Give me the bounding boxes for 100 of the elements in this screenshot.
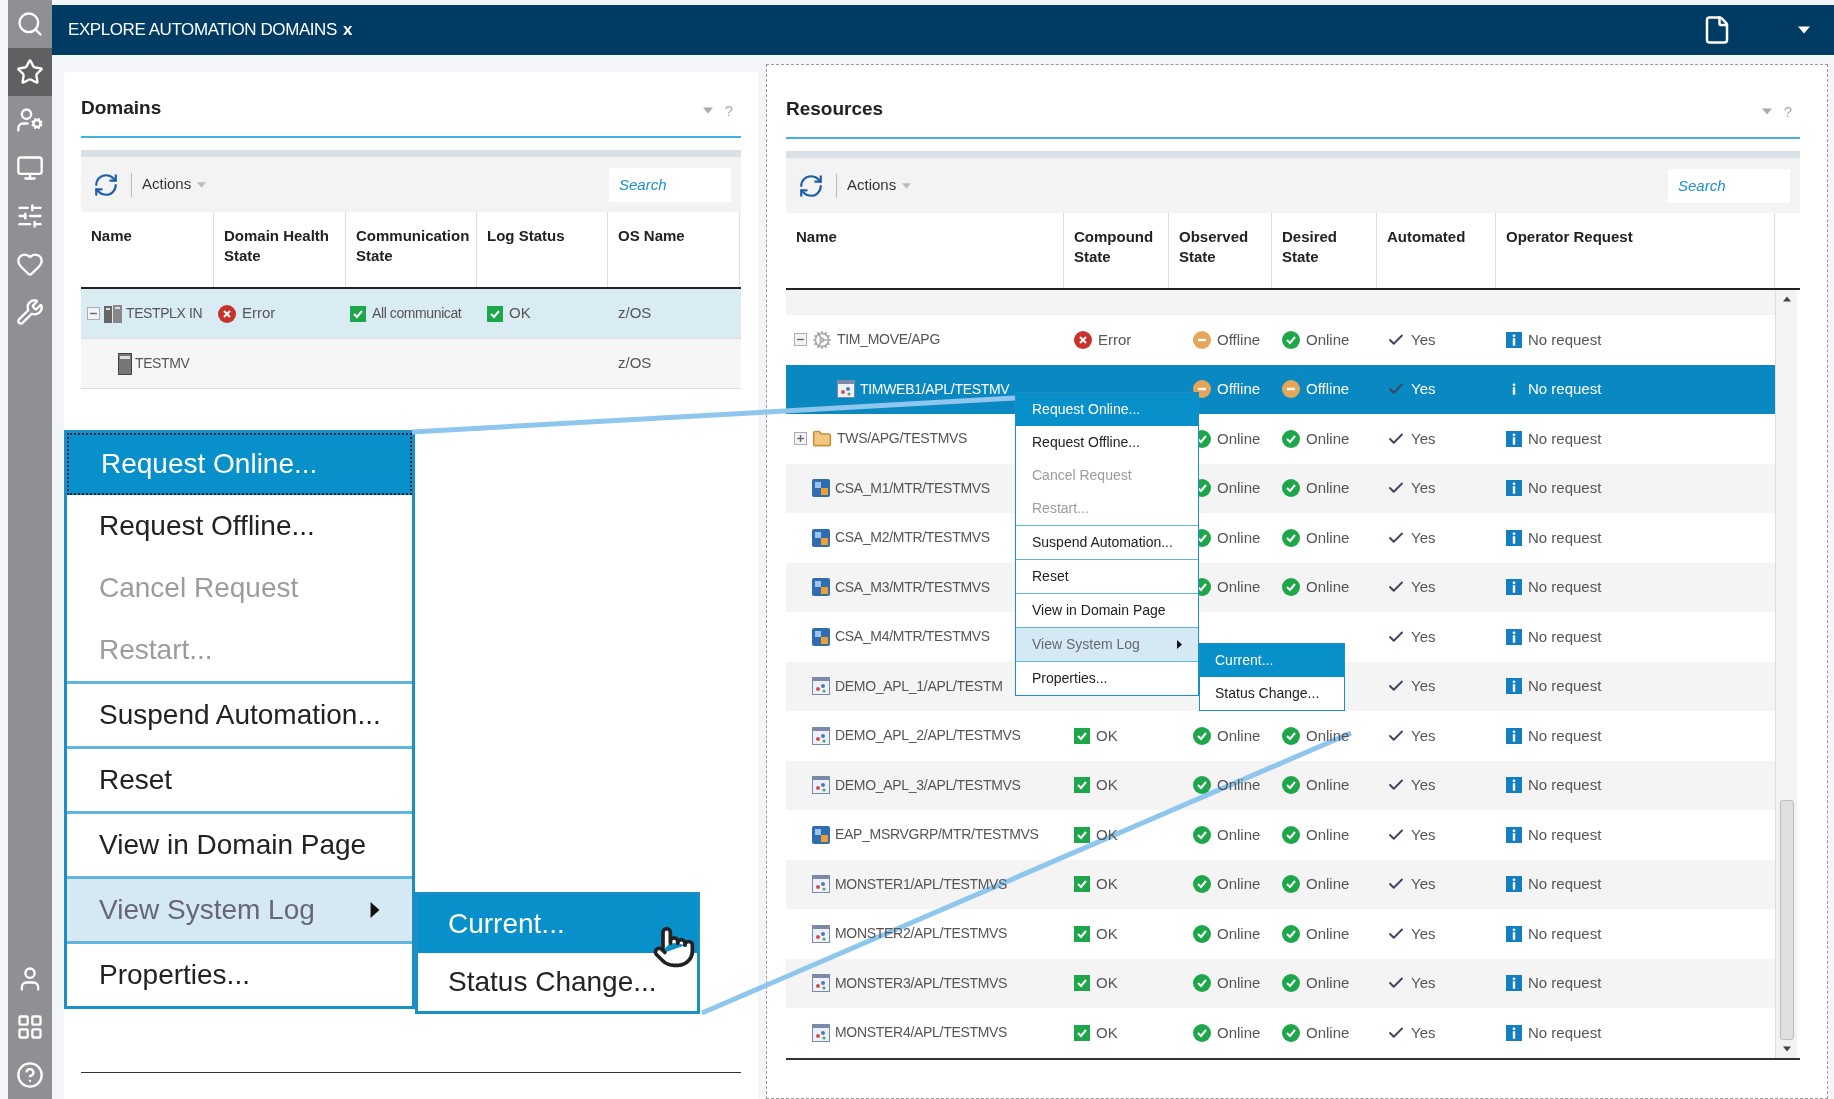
state-text: Error — [1098, 329, 1132, 350]
resource-name: CSA_M3/MTR/TESTMVS — [835, 577, 990, 597]
table-row[interactable]: MONSTER3/APL/TESTMVS OK Online Online Yes No request — [786, 958, 1775, 1008]
resource-name: DEMO_APL_3/APL/TESTMVS — [835, 775, 1021, 795]
menu-item[interactable]: View System Log — [1016, 628, 1198, 661]
request-text: No request — [1528, 626, 1602, 647]
menu-item[interactable]: Status Change... — [418, 953, 697, 1011]
resource-icon — [812, 627, 830, 646]
column-header: Name — [81, 212, 214, 287]
domain-name: TESTMV — [135, 354, 190, 373]
column-header: Communication State — [346, 212, 477, 287]
collapse-toggle-icon[interactable] — [87, 307, 100, 320]
menu-item[interactable]: View in Domain Page — [1016, 594, 1198, 627]
automated-text: Yes — [1411, 874, 1436, 894]
panel-title: Domains — [81, 95, 162, 120]
server-icon — [118, 352, 132, 375]
menu-item[interactable]: Reset — [1016, 560, 1198, 593]
menu-item[interactable]: Current... — [1200, 644, 1344, 677]
state-text: Online — [1217, 923, 1261, 944]
table-row[interactable]: TESTMV z/OS — [81, 339, 741, 389]
menu-item[interactable]: Request Online... — [67, 433, 412, 495]
info-icon — [1506, 925, 1522, 942]
automated-text: Yes — [1411, 379, 1436, 399]
state-text: Online — [1306, 478, 1350, 498]
request-text: No request — [1528, 329, 1602, 350]
state-text: Online — [1217, 973, 1261, 993]
state-text: Online — [1217, 874, 1261, 894]
state-text: OK — [1096, 1022, 1118, 1043]
automated-text: Yes — [1411, 973, 1436, 993]
request-text: No request — [1528, 428, 1602, 449]
menu-item[interactable]: Reset — [67, 749, 412, 811]
application-icon — [812, 726, 830, 745]
info-icon — [1506, 727, 1522, 744]
close-tab-button[interactable]: x — [342, 17, 353, 43]
state-text: Online — [1217, 478, 1261, 498]
request-text: No request — [1528, 527, 1602, 548]
table-row[interactable]: TESTPLX IN Error All communicat OK z/OS — [81, 289, 741, 339]
info-icon — [1506, 1024, 1522, 1041]
menu-item[interactable]: Request Offline... — [67, 495, 412, 557]
state-text: Online — [1306, 923, 1350, 944]
menu-item[interactable]: Current... — [418, 895, 697, 953]
menu-item[interactable]: Request Online... — [1016, 393, 1198, 426]
resource-name: CSA_M4/MTR/TESTMVS — [835, 627, 990, 647]
request-text: No request — [1528, 725, 1602, 746]
caret-icon — [1798, 26, 1810, 34]
os-name: z/OS — [618, 354, 652, 372]
resource-icon — [812, 578, 830, 597]
collapse-toggle-icon[interactable] — [794, 333, 807, 347]
menu-item[interactable]: View System Log — [67, 879, 412, 941]
search-field[interactable]: Search — [1668, 168, 1790, 203]
column-header: Operator Request — [1496, 213, 1775, 288]
actions-button[interactable]: Actions — [847, 174, 912, 197]
menu-item[interactable]: Properties... — [67, 944, 412, 1006]
resource-name: TWS/APG/TESTMVS — [837, 429, 968, 449]
menu-item[interactable]: View in Domain Page — [67, 814, 412, 876]
collapse-caret-icon — [702, 107, 713, 115]
caret-icon — [902, 182, 912, 189]
state-text: Online — [1306, 329, 1350, 350]
gear-icon — [812, 329, 832, 350]
state-text: OK — [1096, 973, 1118, 993]
scroll-down-icon — [1782, 1045, 1791, 1052]
info-icon — [1506, 777, 1522, 794]
application-icon — [837, 380, 855, 399]
state-text: Online — [1217, 824, 1261, 845]
hand-cursor-icon — [652, 925, 696, 969]
resource-name: MONSTER4/APL/TESTMVS — [835, 1023, 1008, 1043]
state-text: Online — [1306, 428, 1350, 449]
menu-item[interactable]: Suspend Automation... — [1016, 526, 1198, 559]
state-text: OK — [509, 303, 531, 324]
automated-text: Yes — [1411, 577, 1436, 597]
info-icon — [1506, 826, 1522, 843]
state-text: Online — [1306, 973, 1350, 993]
info-icon — [1506, 430, 1522, 447]
state-text: Offline — [1306, 379, 1350, 399]
resource-name: MONSTER3/APL/TESTMVS — [835, 973, 1008, 993]
scrollbar-thumb[interactable] — [1779, 799, 1794, 1040]
folder-icon — [812, 428, 832, 449]
application-icon — [812, 924, 830, 943]
page-title: EXPLORE AUTOMATION DOMAINS — [68, 19, 337, 42]
state-text: Online — [1217, 428, 1261, 449]
menu-item[interactable]: Status Change... — [1200, 677, 1344, 710]
menu-item[interactable]: Request Offline... — [1016, 426, 1198, 459]
resource-name: CSA_M1/MTR/TESTMVS — [835, 478, 990, 498]
actions-button[interactable]: Actions — [142, 173, 207, 196]
search-field[interactable]: Search — [609, 167, 731, 202]
state-text: Online — [1217, 725, 1261, 746]
state-text: Online — [1306, 775, 1350, 795]
column-header: Domain Health State — [214, 212, 346, 287]
resource-name: TIM_MOVE/APG — [837, 330, 940, 350]
automated-text: Yes — [1411, 725, 1436, 746]
menu-item[interactable]: Suspend Automation... — [67, 684, 412, 746]
request-text: No request — [1528, 775, 1602, 795]
menu-item[interactable]: Properties... — [1016, 662, 1198, 695]
column-header: Compound State — [1064, 213, 1169, 288]
automated-text: Yes — [1411, 775, 1436, 795]
state-text: Offline — [1217, 379, 1261, 399]
info-icon — [1506, 678, 1522, 695]
resource-icon — [812, 528, 830, 547]
expand-toggle-icon[interactable] — [794, 432, 807, 446]
state-text: Online — [1306, 1022, 1350, 1043]
